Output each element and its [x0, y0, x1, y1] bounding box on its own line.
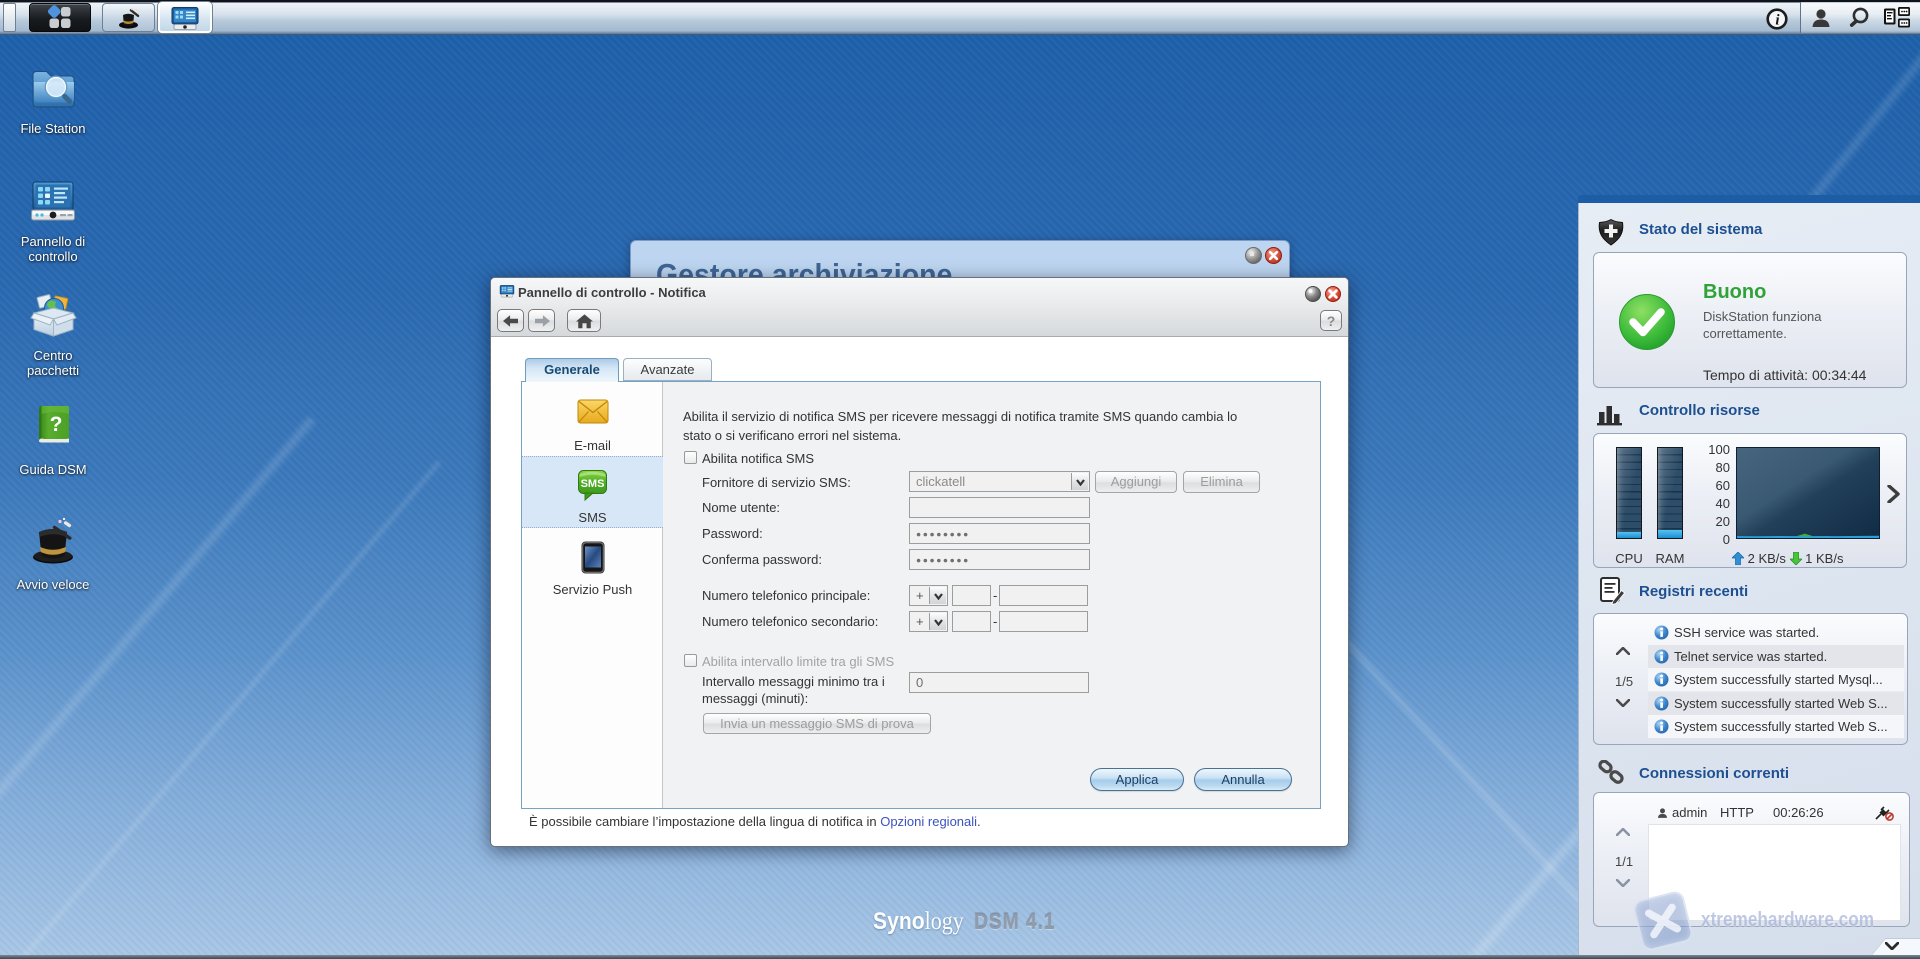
svg-text:SMS: SMS — [581, 478, 605, 490]
svg-text:?: ? — [50, 413, 63, 436]
